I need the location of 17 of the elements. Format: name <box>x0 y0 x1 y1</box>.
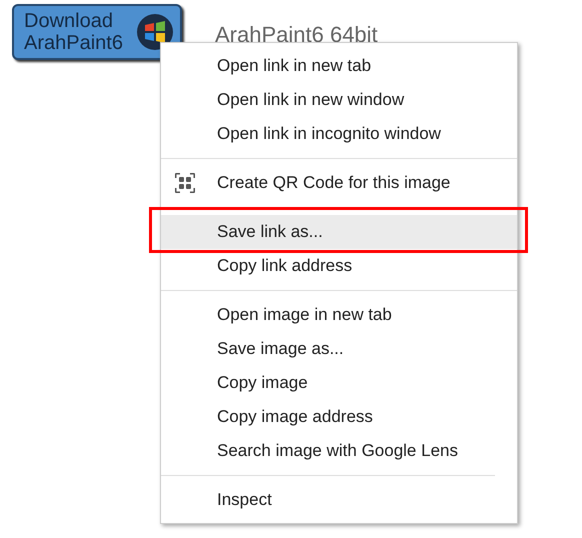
menu-item[interactable]: Search image with Google Lens <box>161 434 517 468</box>
button-text: Download <box>24 10 113 32</box>
menu-item[interactable]: Copy image address <box>161 400 517 434</box>
menu-item[interactable]: Open image in new tab <box>161 298 517 332</box>
menu-item[interactable]: Inspect <box>161 483 517 517</box>
page-title: ArahPaint6 64bit <box>215 21 378 49</box>
qr-code-icon <box>174 172 196 194</box>
windows-logo-icon <box>136 13 174 51</box>
menu-item[interactable]: Save image as... <box>161 332 517 366</box>
menu-item[interactable]: Copy image <box>161 366 517 400</box>
button-text: ArahPaint6 <box>24 32 123 54</box>
menu-item[interactable]: Save link as... <box>161 215 517 249</box>
menu-item[interactable]: Open link in new window <box>161 83 517 117</box>
menu-item[interactable]: Open link in incognito window <box>161 117 517 151</box>
menu-item[interactable]: Create QR Code for this image <box>161 166 517 200</box>
menu-item[interactable]: Copy link address <box>161 249 517 283</box>
download-button[interactable]: Download ArahPaint6 <box>12 4 182 60</box>
